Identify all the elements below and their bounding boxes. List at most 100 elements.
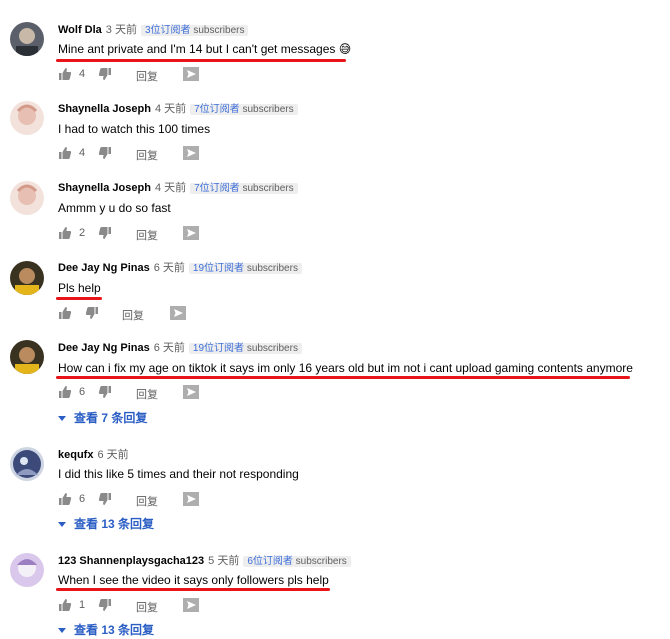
send-icon[interactable] [183,226,199,243]
send-icon[interactable] [183,67,199,84]
red-underline [56,59,346,62]
like-count: 4 [79,68,86,80]
subscriber-label: subscribers [246,343,298,354]
send-icon[interactable] [183,385,199,402]
author-name[interactable]: Dee Jay Ng Pinas [58,262,150,274]
reply-button[interactable]: 回复 [136,147,158,163]
subscriber-count: 6位订阅者 [247,556,293,567]
subscriber-badge: 6位订阅者 subscribers [243,556,351,567]
comment-time[interactable]: 6 天前 [154,262,185,274]
comment-time[interactable]: 4 天前 [155,182,186,194]
avatar[interactable] [10,22,44,56]
comment-time[interactable]: 4 天前 [155,103,186,115]
dislike-icon[interactable] [85,306,99,323]
dislike-icon[interactable] [98,492,112,509]
avatar[interactable] [10,181,44,215]
view-replies-label: 查看 13 条回复 [74,623,155,637]
subscriber-count: 3位订阅者 [144,25,191,36]
dislike-icon[interactable] [98,598,112,615]
comment-text: I did this like 5 times and their not re… [58,467,299,481]
view-replies-button[interactable]: 查看 13 条回复 [58,515,154,532]
subscriber-badge: 7位订阅者 subscribers [190,104,298,115]
like-icon[interactable] [58,306,72,323]
like-icon[interactable] [58,492,72,509]
like-count: 2 [79,227,86,239]
send-icon[interactable] [183,492,199,509]
author-name[interactable]: Shaynella Joseph [58,103,151,115]
avatar[interactable] [10,553,44,587]
comment-time[interactable]: 6 天前 [97,449,128,461]
like-count: 1 [79,599,86,611]
dislike-icon[interactable] [98,385,112,402]
comment-header: Wolf Dla 3 天前 3位订阅者 subscribers [58,23,249,38]
view-replies-label: 查看 7 条回复 [74,411,148,425]
subscriber-badge: 7位订阅者 subscribers [190,183,298,194]
author-name[interactable]: 123 Shannenplaysgacha123 [58,555,204,567]
like-icon[interactable] [58,385,72,402]
like-icon[interactable] [58,67,72,84]
like-count: 4 [79,147,86,159]
subscriber-badge: 3位订阅者 subscribers [140,25,249,36]
comment-time[interactable]: 3 天前 [106,24,137,36]
reply-button[interactable]: 回复 [122,307,144,323]
avatar[interactable] [10,340,44,374]
send-icon[interactable] [170,306,186,323]
subscriber-count: 19位订阅者 [192,263,245,274]
comment-text: Ammm y u do so fast [58,201,171,215]
dislike-icon[interactable] [98,226,112,243]
comment-text: Mine ant private and I'm 14 but I can't … [58,42,352,56]
reply-button[interactable]: 回复 [136,599,158,615]
comment-text: How can i fix my age on tiktok it says i… [58,361,633,375]
comment-text: When I see the video it says only follow… [58,573,329,587]
comment-text: I had to watch this 100 times [58,122,211,136]
send-icon[interactable] [183,598,199,615]
reply-button[interactable]: 回复 [136,227,158,243]
like-icon[interactable] [58,226,72,243]
avatar[interactable] [10,447,44,481]
author-name[interactable]: Shaynella Joseph [58,182,151,194]
subscriber-label: subscribers [242,104,294,115]
author-name[interactable]: kequfx [58,449,93,461]
subscriber-count: 7位订阅者 [194,183,240,194]
subscriber-count: 7位订阅者 [194,104,240,115]
comment-header: Shaynella Joseph 4 天前 7位订阅者 subscribers [58,181,298,196]
avatar[interactable] [10,101,44,135]
comment-header: Shaynella Joseph 4 天前 7位订阅者 subscribers [58,102,298,117]
comment-header: Dee Jay Ng Pinas 6 天前 19位订阅者 subscribers [58,261,302,276]
red-underline [56,376,630,379]
reply-button[interactable]: 回复 [136,493,158,509]
comment-time[interactable]: 6 天前 [154,342,185,354]
comment-text: Pls help [58,281,101,295]
subscriber-count: 19位订阅者 [192,343,245,354]
subscriber-label: subscribers [193,25,245,36]
caret-down-icon [58,522,66,528]
caret-down-icon [58,416,66,422]
author-name[interactable]: Wolf Dla [58,24,102,36]
dislike-icon[interactable] [98,67,112,84]
like-count: 6 [79,386,86,398]
like-count: 6 [79,493,86,505]
avatar[interactable] [10,261,44,295]
red-underline [56,588,330,591]
caret-down-icon [58,628,66,634]
subscriber-label: subscribers [246,263,298,274]
reply-button[interactable]: 回复 [136,386,158,402]
send-icon[interactable] [183,146,199,163]
author-name[interactable]: Dee Jay Ng Pinas [58,342,150,354]
view-replies-button[interactable]: 查看 13 条回复 [58,621,154,638]
reply-button[interactable]: 回复 [136,68,158,84]
view-replies-button[interactable]: 查看 7 条回复 [58,409,147,426]
subscriber-badge: 19位订阅者 subscribers [188,343,302,354]
red-underline [56,297,102,300]
comment-time[interactable]: 5 天前 [208,555,239,567]
dislike-icon[interactable] [98,146,112,163]
view-replies-label: 查看 13 条回复 [74,517,155,531]
comment-header: Dee Jay Ng Pinas 6 天前 19位订阅者 subscribers [58,341,302,356]
subscriber-badge: 19位订阅者 subscribers [188,263,302,274]
subscriber-label: subscribers [242,183,294,194]
like-icon[interactable] [58,598,72,615]
comment-header: kequfx 6 天前 [58,448,129,462]
comment-header: 123 Shannenplaysgacha123 5 天前 6位订阅者 subscr… [58,554,351,569]
subscriber-label: subscribers [295,556,347,567]
like-icon[interactable] [58,146,72,163]
